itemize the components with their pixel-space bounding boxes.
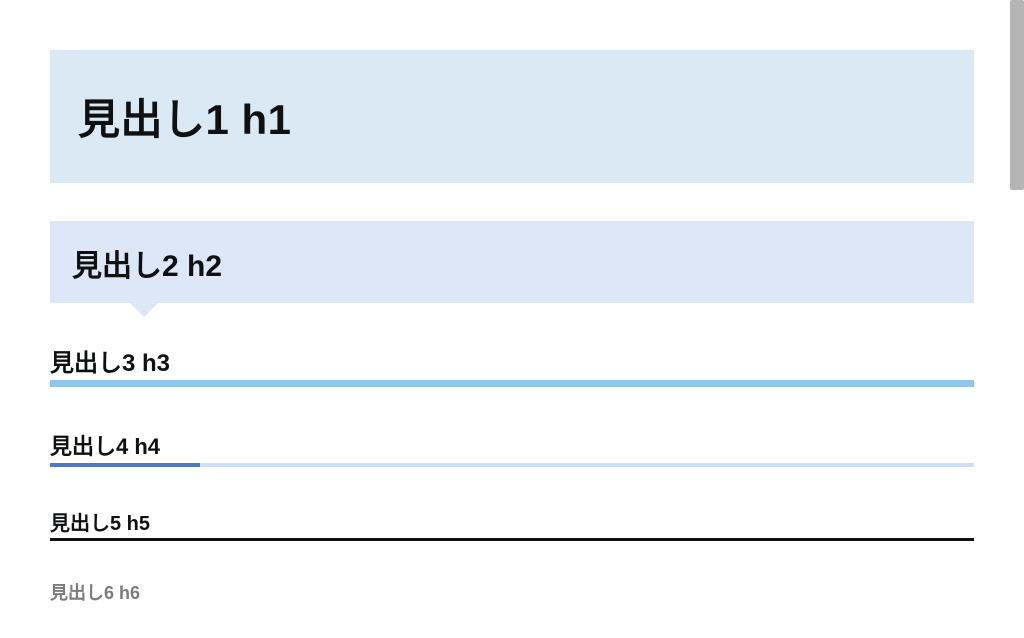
heading-3-underline: [50, 380, 974, 387]
heading-6-block: 見出し6 h6: [50, 579, 974, 605]
scrollbar-thumb[interactable]: [1010, 0, 1024, 190]
heading-2-text: 見出し2 h2: [72, 241, 952, 285]
heading-4-text: 見出し4 h4: [50, 429, 974, 463]
heading-5-block: 見出し5 h5: [50, 507, 974, 541]
heading-2-block: 見出し2 h2: [50, 221, 974, 303]
heading-3-block: 見出し3 h3: [50, 343, 974, 387]
heading-4-block: 見出し4 h4: [50, 429, 974, 467]
heading-1-text: 見出し1 h1: [78, 86, 946, 147]
heading-5-underline: [50, 538, 974, 541]
heading-3-text: 見出し3 h3: [50, 343, 974, 380]
heading-5-text: 見出し5 h5: [50, 507, 974, 538]
heading-4-underline: [50, 463, 974, 467]
heading-1-block: 見出し1 h1: [50, 50, 974, 183]
heading-6-text: 見出し6 h6: [50, 579, 974, 605]
